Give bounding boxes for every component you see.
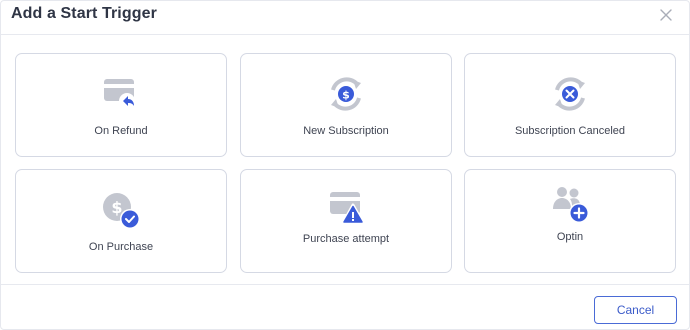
modal-title: Add a Start Trigger	[11, 5, 157, 22]
trigger-label: Optin	[556, 231, 584, 243]
close-icon[interactable]	[656, 5, 676, 25]
trigger-label: On Purchase	[88, 241, 154, 253]
cancel-button[interactable]: Cancel	[594, 296, 677, 324]
trigger-label: Purchase attempt	[302, 233, 390, 245]
trigger-card-on-refund[interactable]: On Refund	[15, 53, 227, 157]
subscription-dollar-icon: $	[326, 74, 366, 114]
refund-card-icon	[101, 76, 141, 110]
trigger-card-subscription-canceled[interactable]: Subscription Canceled	[464, 53, 676, 157]
footer-divider	[1, 284, 689, 285]
trigger-label: Subscription Canceled	[514, 125, 626, 137]
trigger-card-purchase-attempt[interactable]: Purchase attempt	[240, 169, 452, 273]
svg-text:$: $	[342, 89, 350, 102]
modal-header: Add a Start Trigger	[1, 1, 689, 35]
trigger-label: On Refund	[94, 125, 148, 137]
svg-text:$: $	[111, 198, 122, 217]
add-trigger-modal: Add a Start Trigger On Refund $ New Subs…	[0, 0, 690, 330]
subscription-cancel-icon	[550, 74, 590, 114]
trigger-label: New Subscription	[303, 125, 389, 137]
users-add-icon	[550, 184, 590, 224]
trigger-card-new-subscription[interactable]: $ New Subscription	[240, 53, 452, 157]
trigger-card-optin[interactable]: Optin	[464, 169, 676, 273]
trigger-card-on-purchase[interactable]: $ On Purchase	[15, 169, 227, 273]
trigger-grid: On Refund $ New Subscription Subscriptio…	[15, 53, 677, 273]
purchase-check-icon: $	[101, 190, 141, 230]
card-warning-icon	[326, 188, 366, 226]
